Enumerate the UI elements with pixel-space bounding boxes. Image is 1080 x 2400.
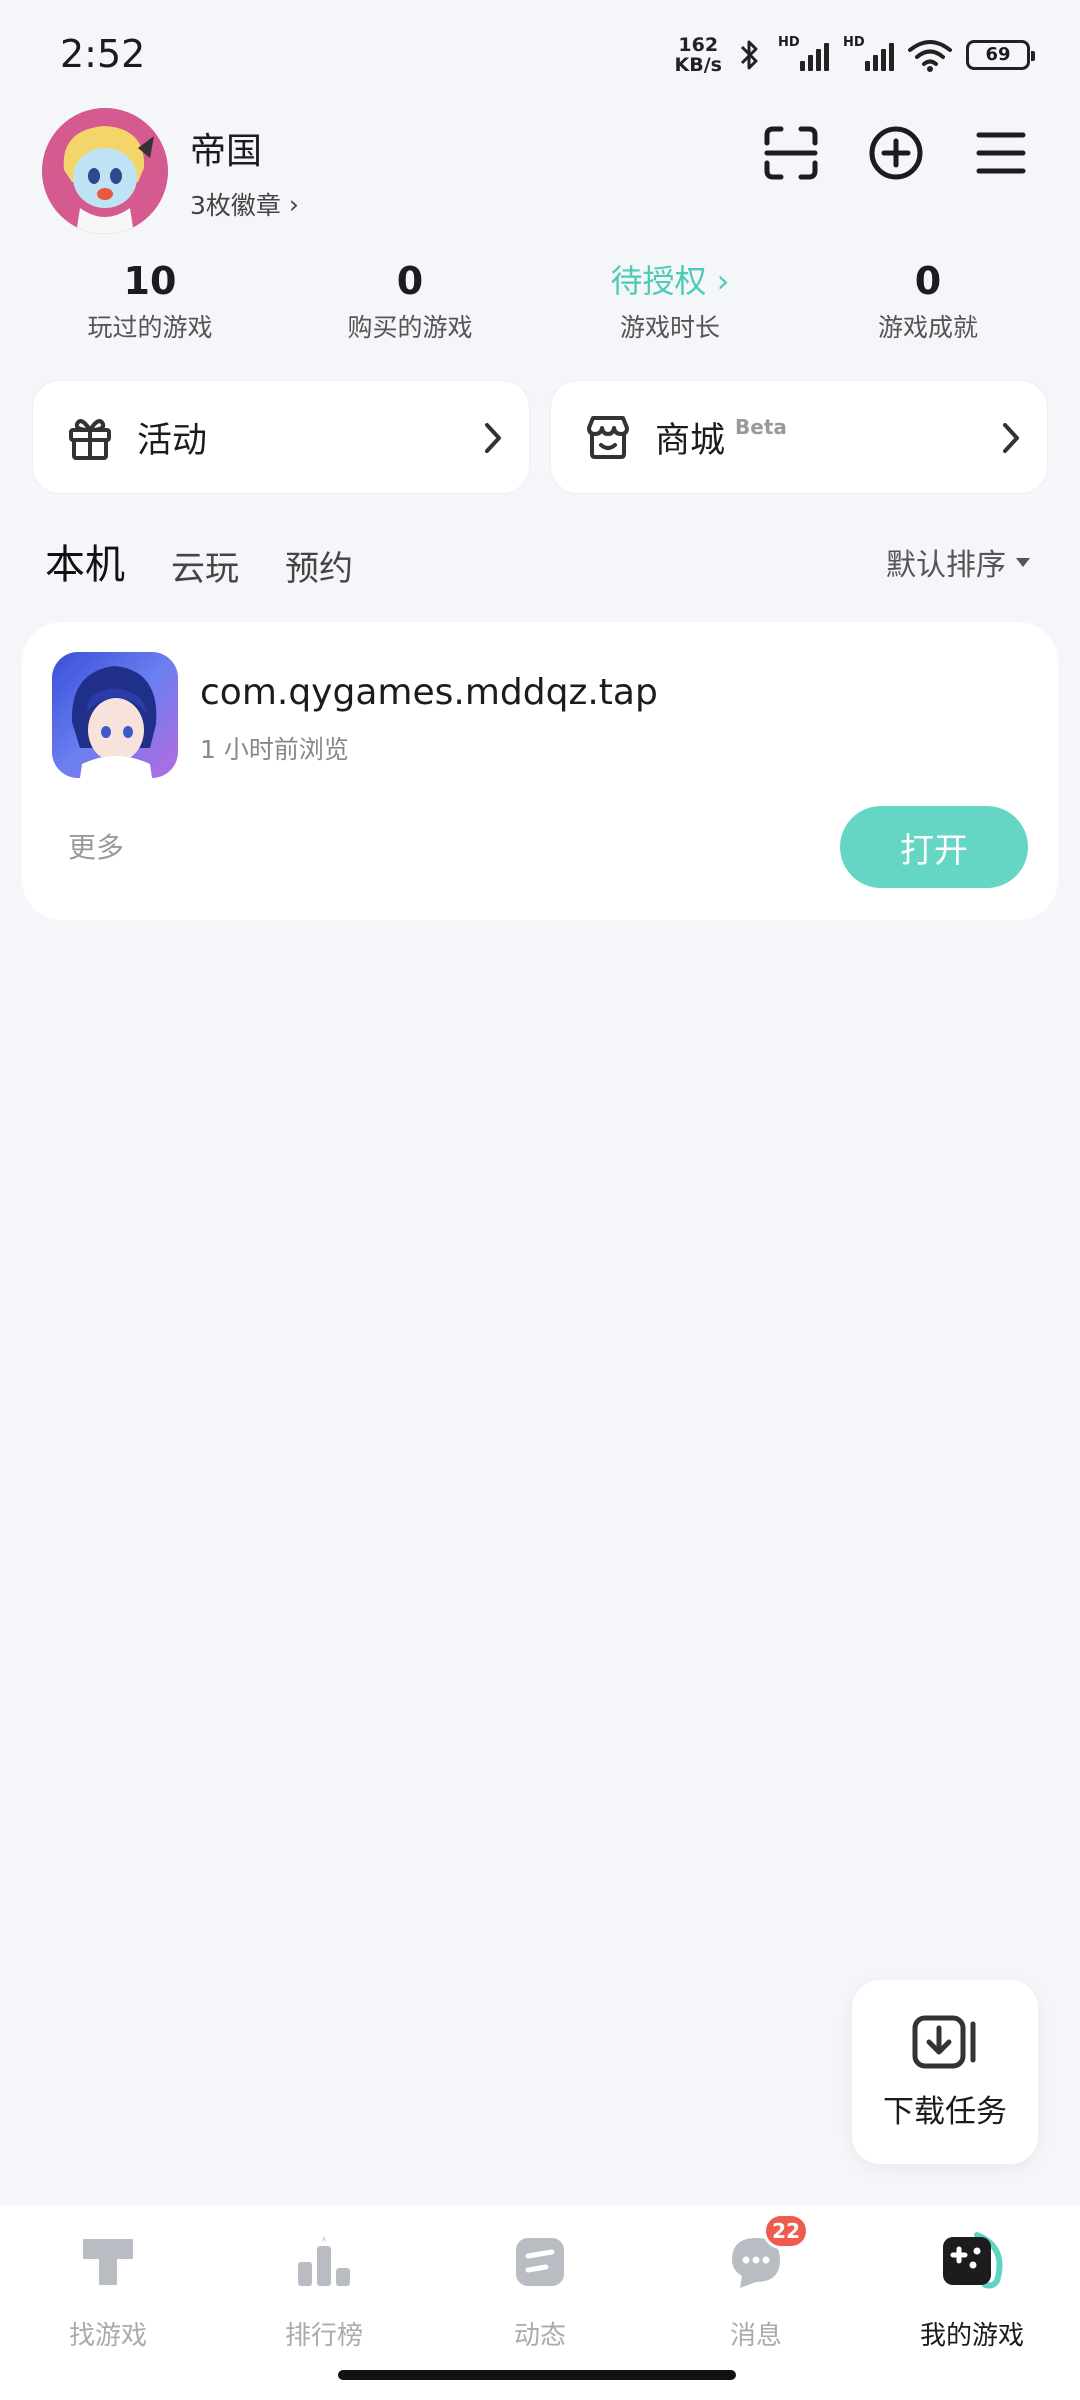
game-list-item[interactable]: com.qygames.mddqz.tap 1 小时前浏览 更多 打开 [22,622,1058,920]
authorize-link[interactable]: 待授权 › [570,256,770,306]
nav-label: 排行榜 [284,2321,363,2351]
stat-label: 购买的游戏 [347,313,473,342]
stat-play-time[interactable]: 待授权 › 游戏时长 [570,256,770,344]
avatar[interactable] [42,108,168,234]
feed-icon [505,2227,575,2297]
username: 帝国 [190,131,263,172]
chevron-right-icon: › [288,189,299,219]
game-title: com.qygames.mddqz.tap [200,672,658,713]
store-label: 商城 [655,420,726,461]
tab-label: 云玩 [171,549,239,589]
stats-row: 10 玩过的游戏 0 购买的游戏 待授权 › 游戏时长 0 游戏成就 [0,256,1080,346]
stat-played-games[interactable]: 10 玩过的游戏 [50,256,250,344]
nav-label: 我的游戏 [919,2321,1024,2351]
activity-label: 活动 [137,420,208,461]
nav-ranking[interactable]: 排行榜 [224,2227,424,2352]
home-indicator[interactable] [338,2370,736,2380]
more-button[interactable]: 更多 [68,826,124,866]
signal-sim2-icon: HD [843,35,894,71]
plus-circle-icon [869,126,923,180]
badges-count: 3枚徽章 [190,191,281,220]
stat-value: 0 [396,259,424,303]
badges-link[interactable]: 3枚徽章 › [190,186,299,222]
game-icon[interactable] [52,652,178,778]
network-speed-value: 162 [678,34,719,56]
tab-label: 本机 [45,542,125,588]
hamburger-menu-icon [976,132,1026,174]
nav-my-games[interactable]: 我的游戏 [872,2227,1072,2352]
store-icon [587,416,629,459]
status-bar: 2:52 162 KB/s HD HD 69 [0,0,1080,110]
stat-achievements[interactable]: 0 游戏成就 [828,256,1028,344]
caret-down-icon [1016,557,1030,567]
sort-dropdown[interactable]: 默认排序 [886,540,1030,584]
avatar-character-image [42,108,168,234]
status-icons: 162 KB/s HD HD 69 [675,30,1035,80]
add-button[interactable] [861,118,931,188]
download-tasks-label: 下载任务 [883,2093,1007,2130]
stat-label: 游戏时长 [619,313,720,342]
store-card[interactable]: 商城 Beta [550,380,1048,494]
open-button[interactable]: 打开 [840,806,1028,888]
scan-button[interactable] [756,118,826,188]
stat-label: 玩过的游戏 [87,313,213,342]
ranking-icon [289,2227,359,2297]
beta-tag: Beta [735,415,787,439]
tab-cloud[interactable]: 云玩 [171,541,239,590]
find-games-icon [73,2227,143,2297]
last-viewed: 1 小时前浏览 [200,735,349,764]
nav-label: 找游戏 [68,2321,147,2351]
nav-label: 动态 [513,2321,566,2351]
chevron-right-icon [485,423,501,453]
library-tabs: 本机 云玩 预约 [43,530,353,590]
stat-purchased-games[interactable]: 0 购买的游戏 [310,256,510,344]
nav-messages[interactable]: 22 消息 [656,2213,856,2352]
sort-label: 默认排序 [886,548,1006,583]
download-tasks-button[interactable]: 下载任务 [852,1980,1038,2164]
my-games-icon [937,2227,1007,2297]
tab-reservations[interactable]: 预约 [285,541,353,590]
battery-icon: 69 [966,40,1035,70]
stat-label: 游戏成就 [877,313,978,342]
nav-feed[interactable]: 动态 [440,2227,640,2352]
my-games-page: 2:52 162 KB/s HD HD 69 帝国 3枚徽章 › 10 玩过的游… [0,0,1080,2400]
nav-label: 消息 [729,2321,782,2351]
gift-icon [69,419,111,460]
nav-find-games[interactable]: 找游戏 [8,2227,208,2352]
tab-local[interactable]: 本机 [43,532,127,590]
stat-value: 10 [123,259,177,303]
bluetooth-icon [740,40,758,70]
messages-icon: 22 [721,2213,809,2297]
network-speed-unit: KB/s [674,54,722,76]
game-cover-image [52,652,178,778]
wifi-icon [908,40,952,72]
scan-icon [764,126,818,180]
activity-card[interactable]: 活动 [32,380,530,494]
tab-label: 预约 [285,549,353,589]
signal-sim1-icon: HD [778,35,829,71]
chevron-right-icon [1003,423,1019,453]
network-speed: 162 KB/s [675,35,722,75]
stat-value: 0 [914,259,942,303]
sim1-hd-label: HD [778,35,800,50]
unread-badge: 22 [763,2213,809,2249]
menu-button[interactable] [966,118,1036,188]
status-time: 2:52 [60,32,146,76]
download-tasks-icon [912,2015,976,2068]
sim2-hd-label: HD [843,35,865,50]
